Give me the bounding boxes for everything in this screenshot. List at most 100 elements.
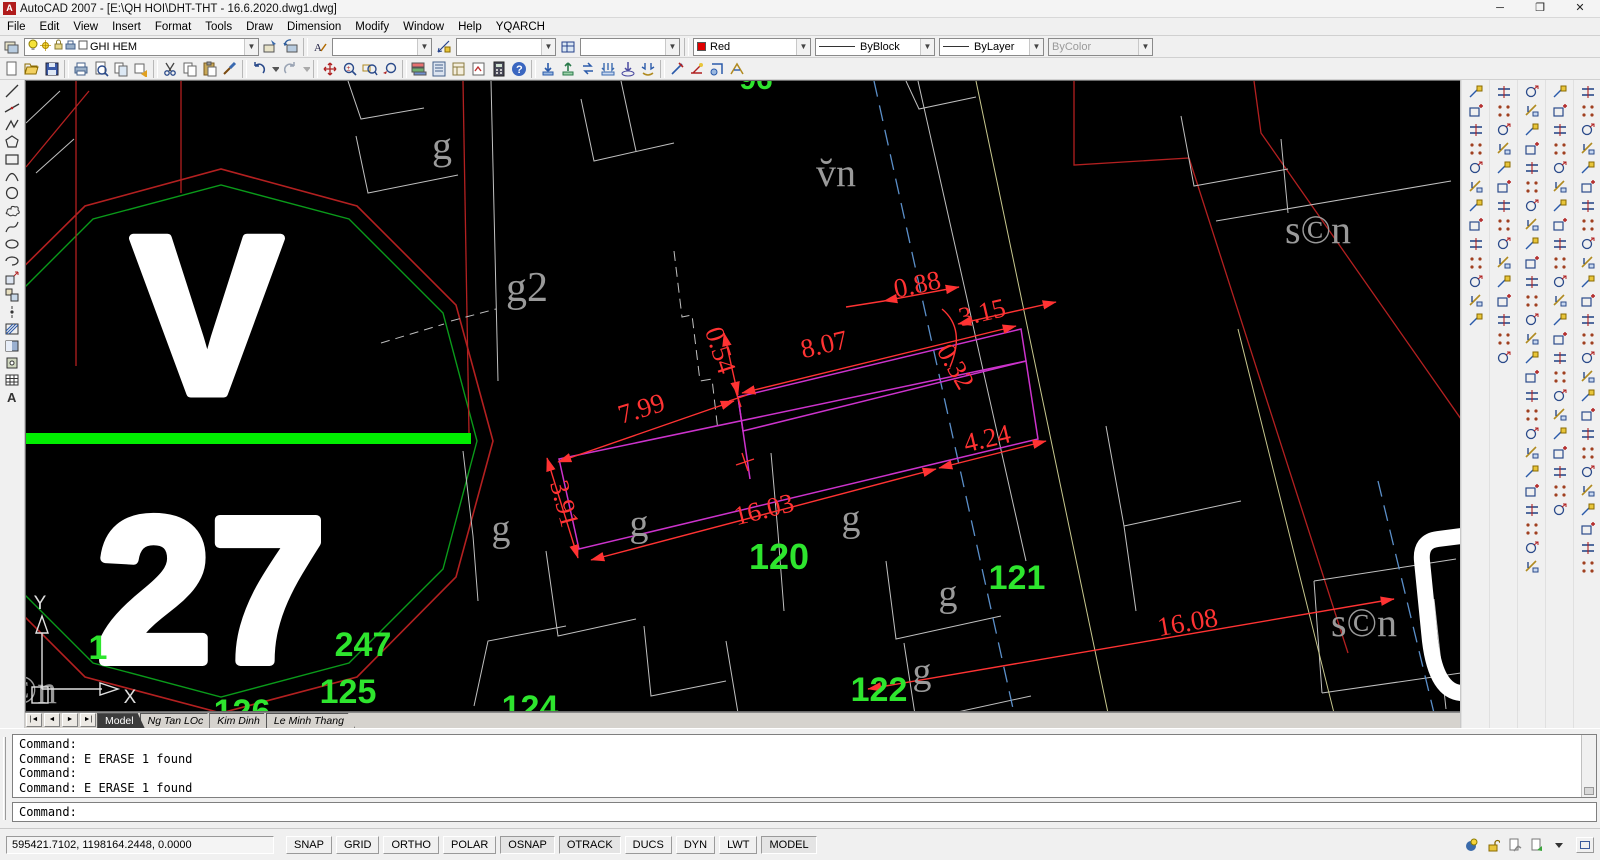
yqarch-tool-button[interactable]: [1464, 177, 1488, 196]
toggle-model[interactable]: MODEL: [761, 836, 816, 854]
dim-style-combo[interactable]: ▼: [456, 38, 556, 56]
text-style-combo-caret[interactable]: ▼: [417, 39, 431, 55]
toggle-ortho[interactable]: ORTHO: [383, 836, 439, 854]
toggle-lwt[interactable]: LWT: [719, 836, 757, 854]
yqarch-tool-button[interactable]: [1492, 82, 1516, 101]
yqarch-tool-button[interactable]: [1520, 424, 1544, 443]
redo-icon[interactable]: [280, 59, 300, 78]
yqarch-tool-button[interactable]: [1464, 196, 1488, 215]
yqarch-tool-button[interactable]: [1548, 196, 1572, 215]
publish-icon[interactable]: [111, 59, 131, 78]
color-combo[interactable]: Red ▼: [693, 38, 811, 56]
yqarch-tool-button[interactable]: [1576, 538, 1600, 557]
yqarch-tool-button[interactable]: [1576, 196, 1600, 215]
trusted-dwg-icon[interactable]: [1506, 837, 1524, 853]
yqarch-tool-button[interactable]: [1492, 120, 1516, 139]
yqarch-tool-button[interactable]: [1520, 177, 1544, 196]
yqarch-tool-button[interactable]: [1520, 82, 1544, 101]
menu-tools[interactable]: Tools: [198, 20, 239, 34]
tab-nav-first[interactable]: |◄: [26, 713, 42, 727]
yqarch-tool-button[interactable]: [1548, 443, 1572, 462]
rectangle-icon[interactable]: [2, 150, 23, 167]
ellipse-arc-icon[interactable]: [2, 252, 23, 269]
yqarch-tool-button[interactable]: [1520, 234, 1544, 253]
coordinates-readout[interactable]: 595421.7102, 1198164.2448, 0.0000: [6, 836, 274, 854]
tab-nav-next[interactable]: ►: [62, 713, 78, 727]
plotstyle-combo-caret[interactable]: ▼: [1138, 39, 1152, 55]
menu-dimension[interactable]: Dimension: [280, 20, 348, 34]
yqarch-tool-button[interactable]: [1464, 139, 1488, 158]
linetype-combo[interactable]: ByBlock ▼: [815, 38, 935, 56]
yqarch-tool-button[interactable]: [1576, 82, 1600, 101]
save-icon[interactable]: [42, 59, 62, 78]
yqarch-tool-button[interactable]: [1576, 367, 1600, 386]
yqarch-tool-button[interactable]: [1548, 177, 1572, 196]
copy-icon[interactable]: [180, 59, 200, 78]
yqarch-tool-button[interactable]: [1576, 481, 1600, 500]
yqarch-sync-icon[interactable]: [618, 59, 638, 78]
hatch-icon[interactable]: [2, 320, 23, 337]
yqarch-tool-button[interactable]: [1548, 139, 1572, 158]
make-block-icon[interactable]: [2, 286, 23, 303]
yqarch-tool-button[interactable]: [1576, 234, 1600, 253]
sheet-set-icon[interactable]: [449, 59, 469, 78]
etransmit-icon[interactable]: [131, 59, 151, 78]
cut-icon[interactable]: [160, 59, 180, 78]
yqarch-tool-button[interactable]: [1548, 386, 1572, 405]
yqarch-tool-button[interactable]: [1548, 101, 1572, 120]
yqarch-tool-button[interactable]: [1576, 139, 1600, 158]
yqarch-tool-button[interactable]: [1464, 253, 1488, 272]
circle-icon[interactable]: [2, 184, 23, 201]
yqarch-tool-button[interactable]: [1492, 158, 1516, 177]
yqarch-tool-button[interactable]: [1548, 367, 1572, 386]
plot-icon[interactable]: [71, 59, 91, 78]
yqarch-tool-button[interactable]: [1492, 139, 1516, 158]
yqarch-tool-button[interactable]: [1464, 158, 1488, 177]
ellipse-icon[interactable]: [2, 235, 23, 252]
communication-center-icon[interactable]: [1462, 837, 1480, 853]
yqarch-tool-button[interactable]: [1548, 215, 1572, 234]
yqarch-tool-button[interactable]: [1520, 272, 1544, 291]
yqarch-tool-button[interactable]: [1492, 215, 1516, 234]
new-icon[interactable]: [2, 59, 22, 78]
toggle-ducs[interactable]: DUCS: [625, 836, 672, 854]
yqarch-tool-button[interactable]: [1492, 196, 1516, 215]
yqarch-tool-button[interactable]: [1576, 519, 1600, 538]
yqarch-tool-button[interactable]: [1576, 386, 1600, 405]
yqarch-tool2-icon[interactable]: [687, 59, 707, 78]
close-button[interactable]: ✕: [1560, 0, 1600, 17]
yqarch-tool-button[interactable]: [1576, 462, 1600, 481]
color-combo-caret[interactable]: ▼: [796, 39, 810, 55]
maximize-button[interactable]: ❐: [1520, 0, 1560, 17]
command-scrollbar[interactable]: [1581, 735, 1596, 797]
yqarch-tool-button[interactable]: [1520, 101, 1544, 120]
construction-line-icon[interactable]: [2, 99, 23, 116]
yqarch-tool-button[interactable]: [1576, 424, 1600, 443]
make-object-layer-current-icon[interactable]: [261, 37, 281, 56]
match-properties-icon[interactable]: [220, 59, 240, 78]
yqarch-tool-button[interactable]: [1576, 557, 1600, 576]
menu-insert[interactable]: Insert: [105, 20, 148, 34]
yqarch-tool-button[interactable]: [1576, 177, 1600, 196]
yqarch-tool-button[interactable]: [1520, 139, 1544, 158]
tab-nav-prev[interactable]: ◄: [44, 713, 60, 727]
yqarch-tool-button[interactable]: [1492, 348, 1516, 367]
undo-caret[interactable]: [269, 59, 280, 78]
yqarch-tool-button[interactable]: [1576, 158, 1600, 177]
line-icon[interactable]: [2, 82, 23, 99]
yqarch-tool-button[interactable]: [1576, 272, 1600, 291]
yqarch-tool-button[interactable]: [1492, 329, 1516, 348]
dim-style-icon[interactable]: [434, 37, 454, 56]
layer-combo[interactable]: GHI HEM ▼: [24, 38, 259, 56]
yqarch-tool-button[interactable]: [1548, 120, 1572, 139]
help-icon[interactable]: ?: [509, 59, 529, 78]
layer-combo-caret[interactable]: ▼: [244, 39, 258, 55]
zoom-previous-icon[interactable]: [380, 59, 400, 78]
yqarch-tool-button[interactable]: [1576, 405, 1600, 424]
preview-icon[interactable]: [91, 59, 111, 78]
command-history[interactable]: Command: Command: E ERASE 1 found Comman…: [12, 734, 1597, 798]
yqarch-tool-button[interactable]: [1576, 329, 1600, 348]
yqarch-tool-button[interactable]: [1548, 291, 1572, 310]
yqarch-batch-icon[interactable]: [598, 59, 618, 78]
unlock-icon[interactable]: [1484, 837, 1502, 853]
